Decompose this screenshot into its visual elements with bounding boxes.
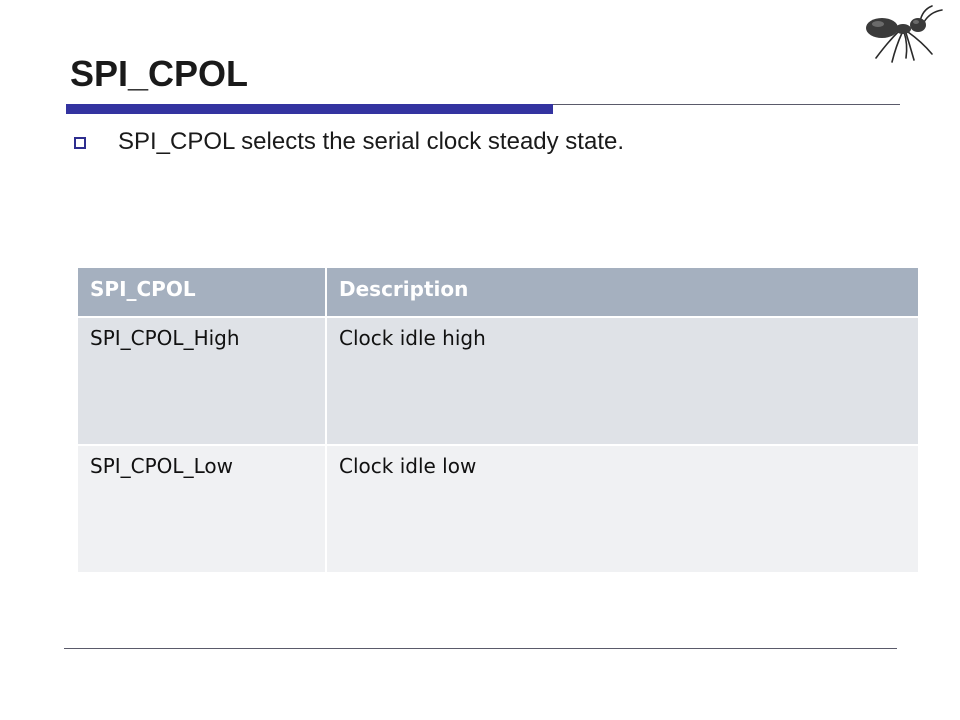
table-cell-description: Clock idle low	[325, 445, 918, 574]
table-row: SPI_CPOL_High Clock idle high	[78, 317, 918, 446]
spi-cpol-table: SPI_CPOL Description SPI_CPOL_High Clock…	[78, 268, 918, 574]
ant-logo-icon	[866, 5, 943, 63]
column-header-description: Description	[325, 268, 918, 318]
table-cell-value: SPI_CPOL_Low	[78, 445, 326, 574]
title-underline-thin	[553, 104, 900, 105]
spi-cpol-table-container: SPI_CPOL Description SPI_CPOL_High Clock…	[78, 268, 918, 574]
table-cell-description: Clock idle high	[325, 317, 918, 446]
bullet-text: SPI_CPOL selects the serial clock steady…	[118, 128, 625, 155]
table-cell-value: SPI_CPOL_High	[78, 317, 326, 446]
title-underline-accent	[66, 104, 553, 114]
table-row: SPI_CPOL_Low Clock idle low	[78, 445, 918, 574]
footer-divider	[64, 648, 897, 649]
slide-title: SPI_CPOL	[70, 53, 249, 94]
table-header-row: SPI_CPOL Description	[78, 268, 918, 318]
column-header-spi-cpol: SPI_CPOL	[78, 268, 326, 318]
hollow-square-bullet-icon	[74, 137, 86, 149]
bullet-item: SPI_CPOL selects the serial clock steady…	[74, 126, 624, 158]
